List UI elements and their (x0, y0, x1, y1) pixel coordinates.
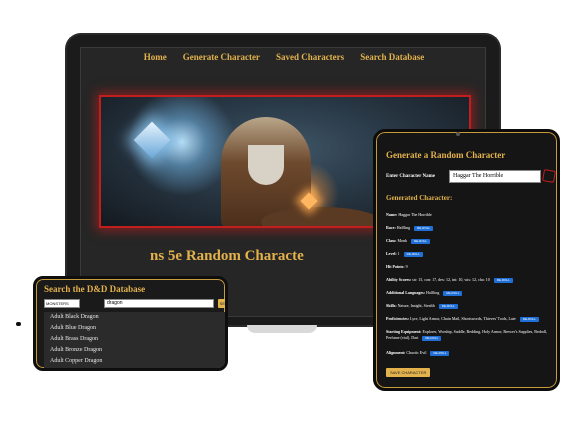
attr-value: Halfling (426, 290, 440, 295)
attr-proficiencies: Proficiencies: Lyre, Light Armor, Chain … (386, 316, 539, 322)
phone-side-button (16, 322, 21, 326)
attr-label: Alignment: (386, 350, 406, 355)
attr-label: Starting Equipment: (386, 329, 422, 334)
phone-device: Search the D&D Database MONSTERS dragon … (33, 276, 228, 371)
attr-value: 9 (405, 264, 408, 269)
attr-languages: Additional Languages: Halfling RE-ROLL (386, 290, 463, 296)
attr-equipment: Starting Equipment: Explorer, Worship, S… (386, 329, 554, 341)
name-label: Enter Character Name (386, 174, 435, 179)
reroll-languages-button[interactable]: RE-ROLL (443, 290, 463, 296)
results-list: Adult Black Dragon Adult Blue Dragon Adu… (44, 312, 225, 368)
page-title: ns 5e Random Characte (150, 248, 304, 264)
list-item[interactable]: Adult Blue Dragon (44, 323, 225, 334)
list-item[interactable]: Adult Black Dragon (44, 312, 225, 323)
dice-icon[interactable] (542, 169, 556, 183)
wizard-beard (248, 145, 284, 185)
attr-label: Skills: (386, 303, 397, 308)
list-item[interactable]: Adult Brass Dragon (44, 334, 225, 345)
attr-label: Level: (386, 251, 397, 256)
list-item[interactable]: Adult Copper Dragon (44, 356, 225, 367)
attr-level: Level: 1 RE-ROLL (386, 251, 423, 257)
attr-value: 1 (397, 251, 400, 256)
attr-skills: Skills: Nature, Insight, Stealth RE-ROLL (386, 303, 458, 309)
attr-ability-scores: Ability Scores: str: 15, con: 17, dex: 1… (386, 277, 513, 283)
nav-home[interactable]: Home (144, 52, 167, 66)
search-input[interactable]: dragon (104, 299, 214, 308)
generator-title: Generate a Random Character (386, 150, 506, 160)
attr-label: Additional Languages: (386, 290, 426, 295)
reroll-class-button[interactable]: RE-ROLL (411, 238, 431, 244)
attr-value: Monk (397, 238, 408, 243)
tablet-camera (456, 132, 460, 136)
attr-hit-points: Hit Points: 9 (386, 264, 408, 270)
attr-label: Hit Points: (386, 264, 405, 269)
nav-generate-character[interactable]: Generate Character (183, 52, 260, 66)
crystal-dice (133, 121, 171, 159)
attr-value: Lyre, Light Armor, Chain Mail, Shortswor… (410, 316, 516, 321)
reroll-alignment-button[interactable]: RE-ROLL (430, 350, 450, 356)
attr-name: Name: Haggar The Horrible (386, 212, 432, 218)
reroll-proficiencies-button[interactable]: RE-ROLL (519, 316, 539, 322)
laptop-base (247, 325, 317, 333)
attr-value: Nature, Insight, Stealth (397, 303, 435, 308)
attr-value: Haggar The Horrible (398, 212, 432, 217)
nav-search-database[interactable]: Search Database (360, 52, 424, 66)
attr-race: Race: Halfling RE-ROLL (386, 225, 434, 231)
save-character-button[interactable]: SAVE CHARACTER (386, 368, 431, 377)
main-nav: Home Generate Character Saved Characters… (81, 52, 485, 66)
reroll-equipment-button[interactable]: RE-ROLL (422, 335, 442, 341)
attr-alignment: Alignment: Chaotic Evil RE-ROLL (386, 350, 450, 356)
reroll-level-button[interactable]: RE-ROLL (403, 251, 423, 257)
list-item[interactable]: Adult Bronze Dragon (44, 345, 225, 356)
attr-label: Proficiencies: (386, 316, 410, 321)
generated-title: Generated Character: (386, 194, 453, 202)
attr-class: Class: Monk RE-ROLL (386, 238, 431, 244)
attr-value: str: 15, con: 17, dex: 12, int: 10, wis:… (412, 277, 490, 282)
table (261, 207, 381, 226)
attr-label: Name: (386, 212, 398, 217)
tablet-device: Generate a Random Character Enter Charac… (373, 129, 560, 391)
reroll-skills-button[interactable]: RE-ROLL (438, 303, 458, 309)
search-button[interactable]: SEARCH (218, 299, 225, 308)
search-title: Search the D&D Database (44, 284, 146, 294)
character-name-input[interactable]: Haggar The Horrible (449, 170, 541, 183)
attr-label: Ability Scores: (386, 277, 412, 282)
attr-label: Race: (386, 225, 396, 230)
reroll-ability-button[interactable]: RE-ROLL (493, 277, 513, 283)
attr-value: Halfling (396, 225, 411, 230)
category-select[interactable]: MONSTERS (44, 299, 80, 308)
reroll-race-button[interactable]: RE-ROLL (414, 225, 434, 231)
attr-label: Class: (386, 238, 397, 243)
nav-saved-characters[interactable]: Saved Characters (276, 52, 344, 66)
attr-value: Chaotic Evil (406, 350, 427, 355)
